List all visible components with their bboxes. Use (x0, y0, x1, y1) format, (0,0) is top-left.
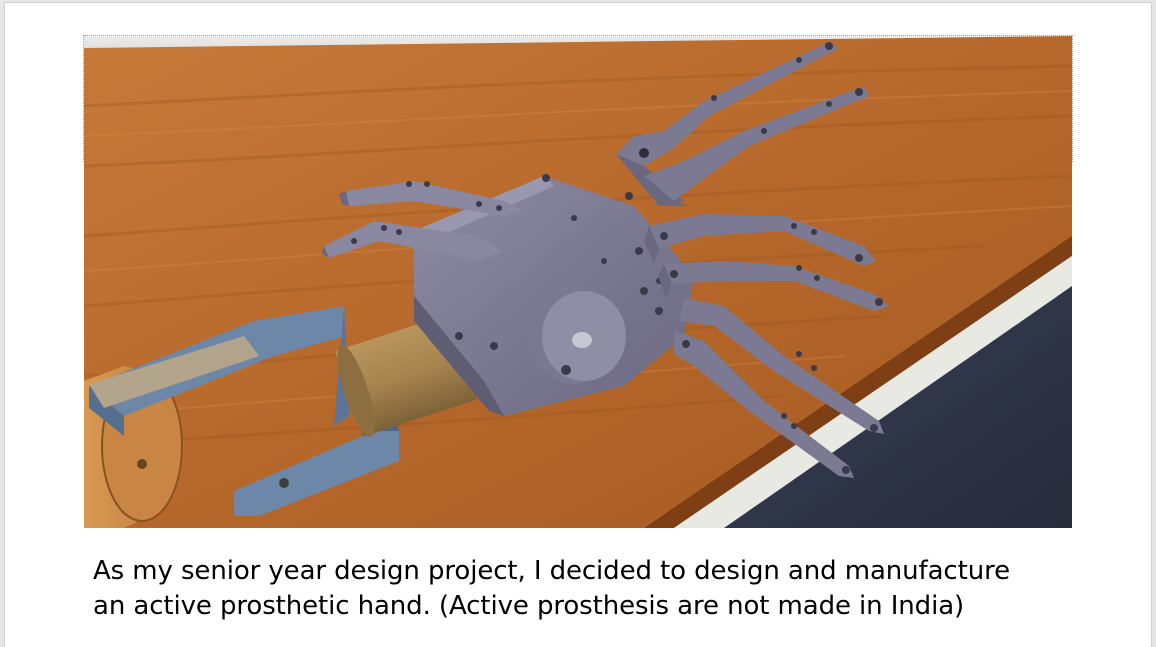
caption-line-1: As my senior year design project, I deci… (93, 556, 1011, 586)
image-selection-border (84, 35, 1072, 36)
bracket-hole (279, 478, 289, 488)
socket-hole (137, 459, 147, 469)
wrist-motor-hub (529, 288, 626, 384)
caption-paragraph[interactable]: As my senior year design project, I deci… (93, 554, 1093, 624)
image-selection-border (83, 35, 84, 162)
prosthetic-hand-render-image[interactable] (84, 36, 1072, 528)
image-selection-border (1072, 35, 1073, 162)
caption-line-2: an active prosthetic hand. (Active prost… (93, 591, 965, 621)
